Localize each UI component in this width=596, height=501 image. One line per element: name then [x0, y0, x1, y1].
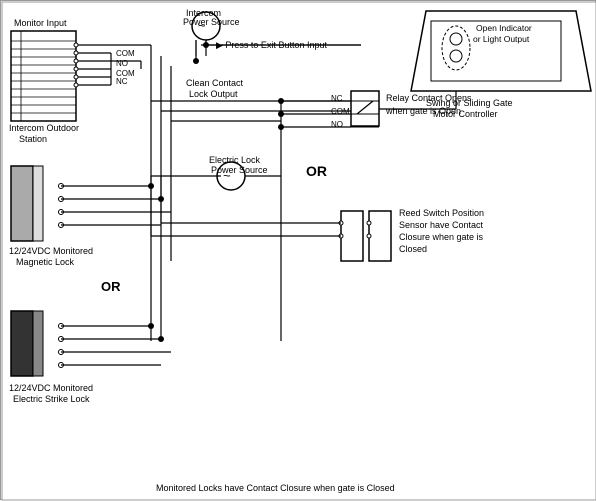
- bottom-label: Monitored Locks have Contact Closure whe…: [156, 483, 395, 493]
- intercom-outdoor-label: Intercom Outdoor: [9, 123, 79, 133]
- reed-switch-label2: Sensor have Contact: [399, 220, 484, 230]
- clean-contact-label2: Lock Output: [189, 89, 238, 99]
- swing-gate-label: Swing or Sliding Gate: [426, 98, 513, 108]
- nc-label: NC: [116, 77, 128, 86]
- com-label: COM: [116, 49, 135, 58]
- or2-label: OR: [306, 163, 327, 179]
- swing-gate-label2: Motor Controller: [433, 109, 498, 119]
- electric-lock-label: Electric Lock: [209, 155, 261, 165]
- electric-lock-label2: Power Source: [211, 165, 268, 175]
- relay-no-label: NO: [331, 120, 343, 129]
- no-label: NO: [116, 59, 128, 68]
- magnetic-lock-label: 12/24VDC Monitored: [9, 246, 93, 256]
- relay-com-label: COM: [331, 107, 350, 116]
- electric-strike-label2: Electric Strike Lock: [13, 394, 90, 404]
- intercom-outdoor-label2: Station: [19, 134, 47, 144]
- open-indicator-label: Open Indicator: [476, 23, 532, 33]
- reed-switch-label: Reed Switch Position: [399, 208, 484, 218]
- reed-switch-label3: Closure when gate is: [399, 232, 484, 242]
- open-indicator-label2: or Light Output: [473, 34, 530, 44]
- monitor-input-label: Monitor Input: [14, 18, 67, 28]
- reed-switch-label4: Closed: [399, 244, 427, 254]
- or1-label: OR: [101, 279, 121, 294]
- clean-contact-label: Clean Contact: [186, 78, 244, 88]
- magnetic-lock-label2: Magnetic Lock: [16, 257, 75, 267]
- intercom-power-label2: Power Source: [183, 17, 240, 27]
- relay-nc-label: NC: [331, 94, 343, 103]
- electric-strike-label: 12/24VDC Monitored: [9, 383, 93, 393]
- wiring-diagram: Monitor Input Intercom Outdoor Station ~…: [0, 0, 596, 500]
